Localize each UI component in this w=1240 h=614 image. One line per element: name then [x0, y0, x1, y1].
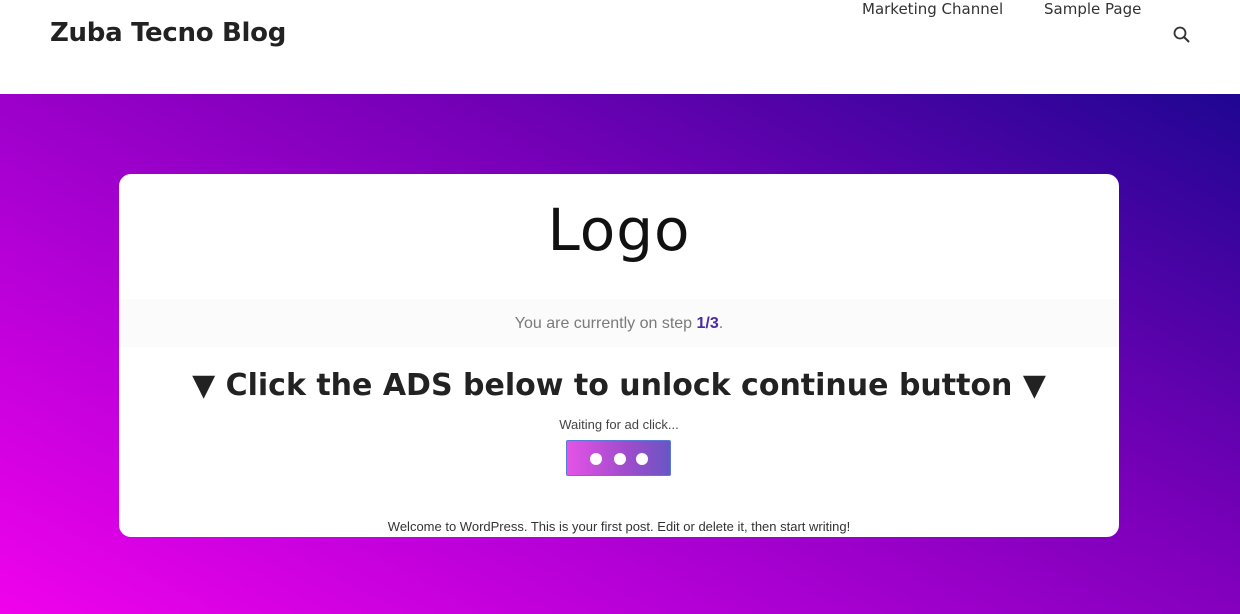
site-header: Zuba Tecno Blog Marketing Channel Sample… — [0, 0, 1240, 94]
continue-button-locked[interactable] — [566, 440, 671, 476]
loading-dot — [614, 453, 626, 465]
nav-link-sample-page[interactable]: Sample Page — [1044, 0, 1141, 18]
ads-heading: ▼ Click the ADS below to unlock continue… — [192, 368, 1046, 403]
post-excerpt: Welcome to WordPress. This is your first… — [387, 519, 851, 534]
step-indicator: You are currently on step 1/3. — [119, 315, 1119, 333]
loading-dot — [590, 453, 602, 465]
nav-link-marketing-channel[interactable]: Marketing Channel — [862, 0, 1003, 18]
search-icon[interactable] — [1172, 25, 1192, 45]
step-number: 1/3 — [696, 315, 719, 332]
step-suffix: . — [718, 315, 724, 332]
site-title-link[interactable]: Zuba Tecno Blog — [50, 18, 286, 48]
content-card: Logo You are currently on step 1/3. ▼ Cl… — [119, 174, 1119, 537]
logo: Logo — [547, 196, 691, 264]
step-prefix: You are currently on step — [514, 315, 697, 332]
waiting-status: Waiting for ad click... — [559, 417, 679, 432]
loading-dot — [636, 453, 648, 465]
